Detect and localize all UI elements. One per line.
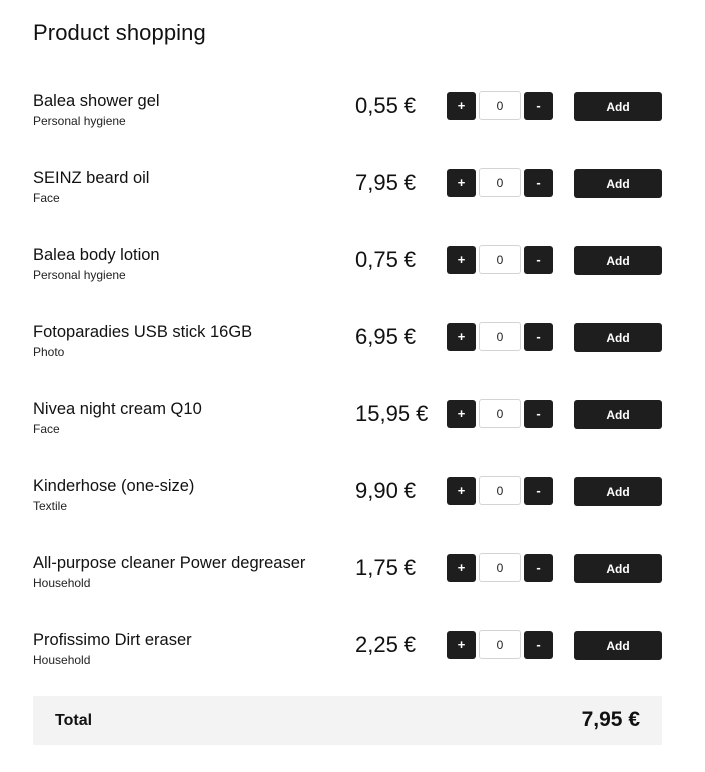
product-price: 15,95 € bbox=[355, 401, 429, 426]
product-row: SEINZ beard oil Face 7,95 € + - Add bbox=[0, 168, 705, 208]
page-title: Product shopping bbox=[33, 20, 206, 45]
total-value: 7,95 € bbox=[581, 708, 640, 731]
decrement-quantity-button[interactable]: - bbox=[524, 554, 553, 582]
product-info: SEINZ beard oil Face bbox=[33, 168, 333, 205]
decrement-quantity-button[interactable]: - bbox=[524, 169, 553, 197]
product-info: Balea shower gel Personal hygiene bbox=[33, 91, 333, 128]
product-price: 6,95 € bbox=[355, 324, 417, 349]
increment-quantity-button[interactable]: + bbox=[447, 246, 476, 274]
product-name: Fotoparadies USB stick 16GB bbox=[33, 323, 253, 341]
product-row: Balea shower gel Personal hygiene 0,55 €… bbox=[0, 91, 705, 131]
total-bar: Total 7,95 € bbox=[33, 696, 662, 745]
product-price: 2,25 € bbox=[355, 632, 417, 657]
decrement-quantity-button[interactable]: - bbox=[524, 400, 553, 428]
product-category: Face bbox=[33, 422, 60, 436]
add-to-cart-button[interactable]: Add bbox=[574, 92, 662, 121]
product-category: Household bbox=[33, 653, 91, 667]
product-category: Textile bbox=[33, 499, 68, 513]
quantity-input[interactable] bbox=[479, 399, 521, 428]
quantity-input[interactable] bbox=[479, 245, 521, 274]
increment-quantity-button[interactable]: + bbox=[447, 554, 476, 582]
product-name: SEINZ beard oil bbox=[33, 169, 150, 187]
quantity-input[interactable] bbox=[479, 553, 521, 582]
product-name: Nivea night cream Q10 bbox=[33, 400, 202, 418]
increment-quantity-button[interactable]: + bbox=[447, 323, 476, 351]
add-to-cart-button[interactable]: Add bbox=[574, 246, 662, 275]
product-row: Fotoparadies USB stick 16GB Photo 6,95 €… bbox=[0, 322, 705, 362]
add-to-cart-button[interactable]: Add bbox=[574, 323, 662, 352]
product-name: Profissimo Dirt eraser bbox=[33, 631, 192, 649]
product-category: Household bbox=[33, 576, 91, 590]
product-row: Nivea night cream Q10 Face 15,95 € + - A… bbox=[0, 399, 705, 439]
add-to-cart-button[interactable]: Add bbox=[574, 400, 662, 429]
product-info: Profissimo Dirt eraser Household bbox=[33, 630, 333, 667]
increment-quantity-button[interactable]: + bbox=[447, 631, 476, 659]
product-row: Kinderhose (one-size) Textile 9,90 € + -… bbox=[0, 476, 705, 516]
add-to-cart-button[interactable]: Add bbox=[574, 554, 662, 583]
product-row: All-purpose cleaner Power degreaser Hous… bbox=[0, 553, 705, 593]
product-price: 0,55 € bbox=[355, 93, 417, 118]
product-price: 9,90 € bbox=[355, 478, 417, 503]
product-name: Balea body lotion bbox=[33, 246, 160, 264]
decrement-quantity-button[interactable]: - bbox=[524, 92, 553, 120]
quantity-input[interactable] bbox=[479, 168, 521, 197]
product-price: 1,75 € bbox=[355, 555, 417, 580]
increment-quantity-button[interactable]: + bbox=[447, 169, 476, 197]
product-category: Personal hygiene bbox=[33, 114, 126, 128]
increment-quantity-button[interactable]: + bbox=[447, 477, 476, 505]
product-info: All-purpose cleaner Power degreaser Hous… bbox=[33, 553, 333, 590]
add-to-cart-button[interactable]: Add bbox=[574, 631, 662, 660]
product-row: Profissimo Dirt eraser Household 2,25 € … bbox=[0, 630, 705, 670]
add-to-cart-button[interactable]: Add bbox=[574, 477, 662, 506]
increment-quantity-button[interactable]: + bbox=[447, 400, 476, 428]
increment-quantity-button[interactable]: + bbox=[447, 92, 476, 120]
add-to-cart-button[interactable]: Add bbox=[574, 169, 662, 198]
quantity-input[interactable] bbox=[479, 476, 521, 505]
product-price: 0,75 € bbox=[355, 247, 417, 272]
product-name: All-purpose cleaner Power degreaser bbox=[33, 554, 306, 572]
decrement-quantity-button[interactable]: - bbox=[524, 477, 553, 505]
total-label: Total bbox=[55, 712, 93, 729]
product-category: Face bbox=[33, 191, 60, 205]
product-price: 7,95 € bbox=[355, 170, 417, 195]
product-category: Personal hygiene bbox=[33, 268, 126, 282]
quantity-input[interactable] bbox=[479, 630, 521, 659]
product-name: Balea shower gel bbox=[33, 92, 160, 110]
product-info: Fotoparadies USB stick 16GB Photo bbox=[33, 322, 333, 359]
product-shopping-page: Product shopping Balea shower gel Person… bbox=[0, 0, 705, 772]
product-info: Nivea night cream Q10 Face bbox=[33, 399, 333, 436]
decrement-quantity-button[interactable]: - bbox=[524, 246, 553, 274]
product-category: Photo bbox=[33, 345, 65, 359]
decrement-quantity-button[interactable]: - bbox=[524, 323, 553, 351]
decrement-quantity-button[interactable]: - bbox=[524, 631, 553, 659]
product-name: Kinderhose (one-size) bbox=[33, 477, 195, 495]
product-row: Balea body lotion Personal hygiene 0,75 … bbox=[0, 245, 705, 285]
product-info: Balea body lotion Personal hygiene bbox=[33, 245, 333, 282]
quantity-input[interactable] bbox=[479, 322, 521, 351]
quantity-input[interactable] bbox=[479, 91, 521, 120]
product-info: Kinderhose (one-size) Textile bbox=[33, 476, 333, 513]
